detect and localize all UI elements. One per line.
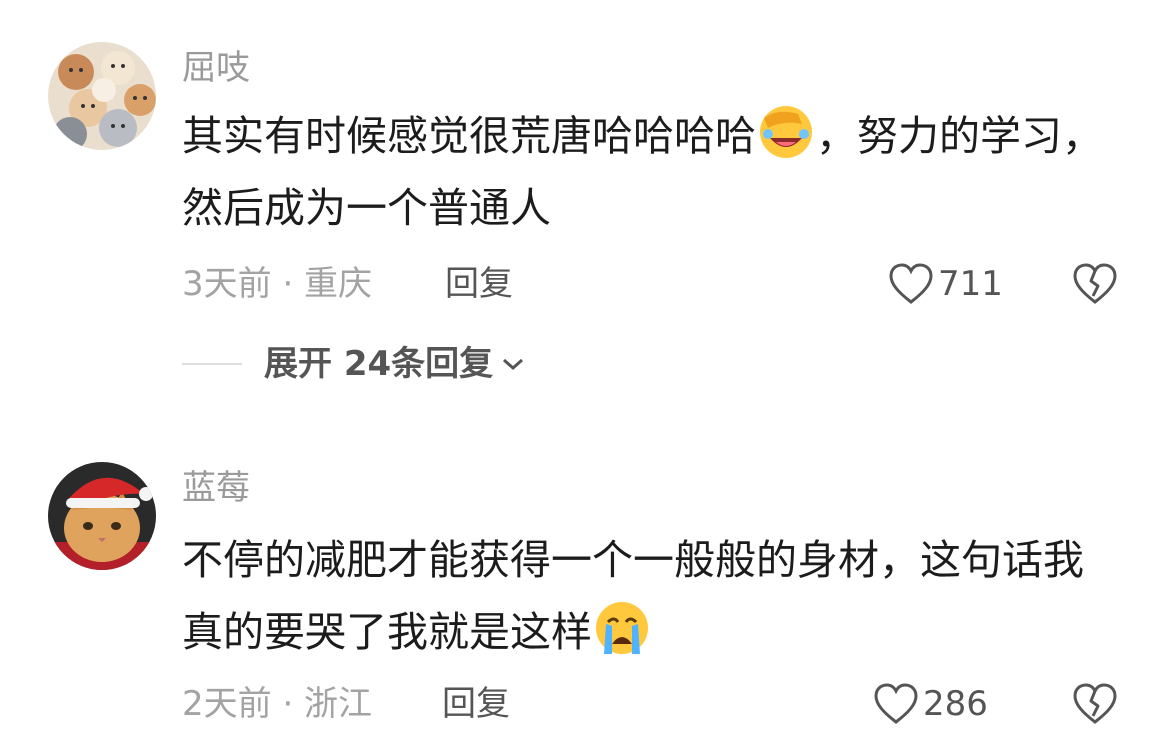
divider xyxy=(182,363,242,365)
broken-heart-icon xyxy=(1073,683,1117,724)
comment-meta: 3天前 · 重庆 xyxy=(182,264,373,304)
like-count: 286 xyxy=(923,684,988,724)
cat-santa-hat-avatar-image xyxy=(48,462,156,570)
crying-emoji xyxy=(594,600,650,656)
avatar[interactable] xyxy=(48,462,156,570)
username[interactable]: 屈吱 xyxy=(182,48,250,88)
dislike-button[interactable] xyxy=(1072,682,1118,726)
like-count: 711 xyxy=(938,264,1003,304)
heart-outline-icon xyxy=(874,683,918,724)
comment-meta: 2天前 · 浙江 xyxy=(182,684,373,724)
comment-text-part: 其实有时候感觉很荒唐哈哈哈哈 xyxy=(182,112,756,160)
chevron-down-icon xyxy=(503,358,524,371)
expand-replies-button[interactable]: 展开 24条回复 xyxy=(264,344,525,384)
reply-button[interactable]: 回复 xyxy=(445,264,513,304)
dislike-button[interactable] xyxy=(1072,262,1118,306)
heart-outline-icon xyxy=(889,263,933,304)
reply-button[interactable]: 回复 xyxy=(442,684,510,724)
avatar[interactable] xyxy=(48,42,156,150)
expand-replies-label: 展开 24条回复 xyxy=(264,344,494,384)
like-button[interactable]: 711 xyxy=(888,262,1003,306)
facepalm-laugh-emoji xyxy=(758,104,814,160)
comment-text: 不停的减肥才能获得一个一般般的身材，这句话我真的要哭了我就是这样 xyxy=(182,524,1112,668)
cats-avatar-image xyxy=(48,42,156,150)
comment-text: 其实有时候感觉很荒唐哈哈哈哈 ，努力的学习，然后成为一个普通人 xyxy=(182,100,1112,244)
username[interactable]: 蓝莓 xyxy=(182,468,250,508)
like-button[interactable]: 286 xyxy=(873,682,988,726)
broken-heart-icon xyxy=(1073,263,1117,304)
